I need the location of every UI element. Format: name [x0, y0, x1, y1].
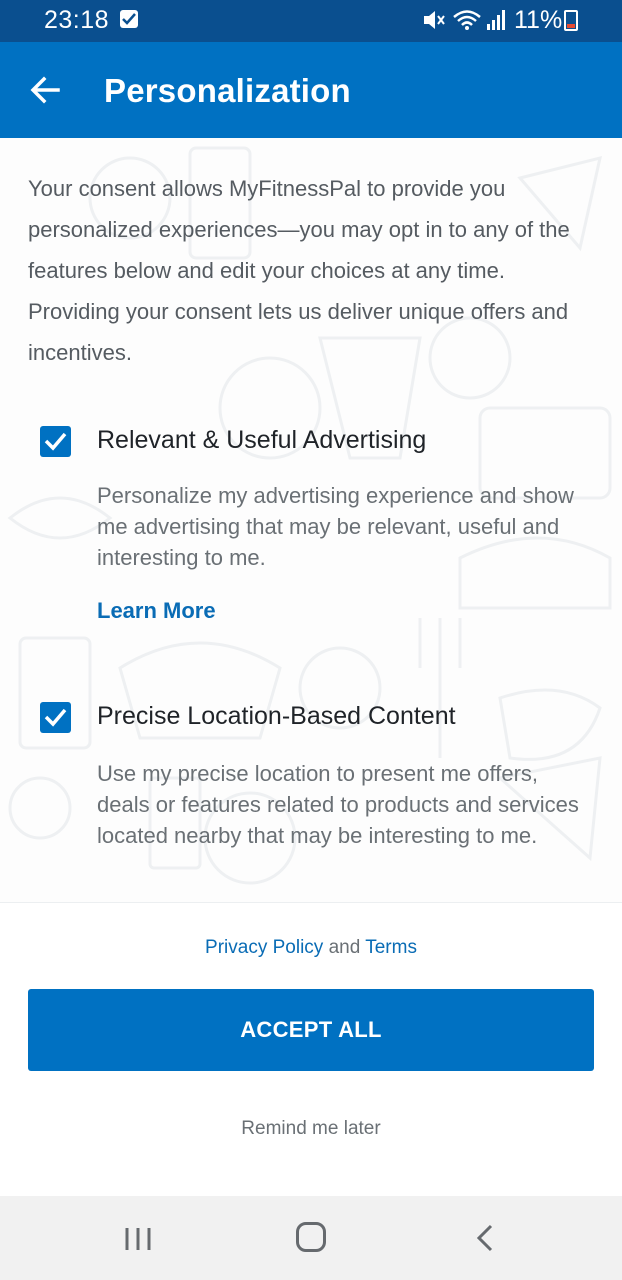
notification-check-icon: [120, 10, 138, 28]
advertising-title: Relevant & Useful Advertising: [97, 426, 427, 454]
arrow-left-icon: [30, 76, 60, 104]
intro-text: Your consent allows MyFitnessPal to prov…: [28, 176, 570, 365]
checkmark-icon: [44, 432, 67, 451]
system-nav-bar: [0, 1196, 622, 1280]
accept-all-button[interactable]: ACCEPT ALL: [28, 989, 594, 1071]
privacy-policy-link[interactable]: Privacy Policy: [205, 937, 323, 958]
checkmark-icon: [44, 708, 67, 727]
remind-later-button[interactable]: Remind me later: [0, 1118, 622, 1140]
signal-icon: [486, 9, 508, 36]
status-bar: 23:18 11%: [0, 0, 622, 42]
back-button[interactable]: [20, 64, 76, 116]
consent-footer: Privacy Policy and Terms ACCEPT ALL Remi…: [0, 902, 622, 1196]
battery-percent: 11%: [514, 6, 563, 34]
back-icon[interactable]: [474, 1224, 496, 1257]
recent-apps-icon[interactable]: [124, 1226, 152, 1257]
advertising-description: Personalize my advertising experience an…: [97, 483, 574, 570]
app-bar: Personalization: [0, 42, 622, 138]
battery-icon: [564, 10, 578, 31]
wifi-icon: [452, 9, 482, 36]
mute-icon: [422, 9, 446, 36]
status-time: 23:18: [44, 6, 110, 34]
home-icon[interactable]: [296, 1222, 326, 1252]
location-description: Use my precise location to present me of…: [97, 761, 579, 848]
page-title: Personalization: [104, 72, 351, 109]
consent-content[interactable]: Your consent allows MyFitnessPal to prov…: [0, 138, 622, 902]
advertising-checkbox[interactable]: [40, 426, 71, 457]
policy-and-text: and: [328, 937, 361, 958]
location-title: Precise Location-Based Content: [97, 702, 456, 730]
learn-more-link[interactable]: Learn More: [97, 598, 216, 624]
policy-line: Privacy Policy and Terms: [0, 937, 622, 959]
terms-link[interactable]: Terms: [365, 937, 417, 958]
location-checkbox[interactable]: [40, 702, 71, 733]
